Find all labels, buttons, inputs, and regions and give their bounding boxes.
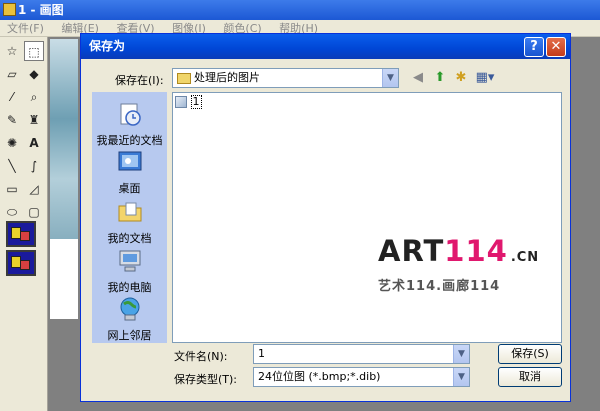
polygon-icon[interactable]: ◿ (24, 179, 44, 199)
canvas-image[interactable] (50, 39, 78, 239)
back-icon[interactable]: ◀ (409, 69, 427, 87)
selection-transparent-option-icon[interactable] (6, 250, 36, 276)
watermark-num: 114 (444, 234, 508, 268)
place-label: 网上邻居 (107, 329, 152, 342)
cancel-button[interactable]: 取消 (498, 367, 562, 387)
free-select-icon[interactable]: ☆ (2, 41, 22, 61)
watermark-sub: 艺术114.画廊114 (378, 279, 501, 294)
my-computer-icon (119, 250, 140, 272)
places-bar: 我最近的文档 桌面 我的文档 我的电脑 网上邻居 (92, 92, 167, 343)
save-in-value: 处理后的图片 (194, 71, 260, 84)
list-item[interactable]: 1 (175, 95, 202, 109)
fill-bucket-icon[interactable]: ◆ (24, 64, 44, 84)
place-desktop[interactable]: 桌面 (92, 148, 167, 196)
filename-input[interactable]: 1 ▼ (253, 344, 470, 364)
text-tool-icon[interactable]: A (24, 133, 44, 153)
watermark-art: ART (378, 234, 445, 268)
image-file-icon (175, 96, 187, 108)
new-folder-icon[interactable]: ✱ (452, 69, 470, 87)
airbrush-icon[interactable]: ✺ (2, 133, 22, 153)
dialog-title: 保存为 (89, 39, 126, 53)
file-name: 1 (190, 95, 202, 109)
menu-file[interactable]: 文件(F) (0, 20, 51, 37)
place-my-documents[interactable]: 我的文档 (92, 198, 167, 246)
filename-value: 1 (258, 347, 265, 360)
my-documents-icon (118, 202, 141, 222)
rectangle-icon[interactable]: ▭ (2, 179, 22, 199)
ellipse-icon[interactable]: ⬭ (2, 202, 22, 222)
filetype-value: 24位位图 (*.bmp;*.dib) (258, 370, 381, 383)
place-label: 我最近的文档 (96, 134, 163, 147)
folder-icon (177, 72, 191, 84)
view-menu-icon[interactable]: ▦▾ (473, 69, 497, 87)
eraser-icon[interactable]: ▱ (2, 64, 22, 84)
desktop-icon (118, 151, 141, 171)
close-button[interactable]: ✕ (546, 37, 566, 57)
place-my-computer[interactable]: 我的电脑 (92, 247, 167, 295)
art114-watermark: ART114 .CN 艺术114.画廊114 (378, 236, 558, 294)
filetype-dropdown[interactable]: 24位位图 (*.bmp;*.dib) ▼ (253, 367, 470, 387)
save-in-label: 保存在(I): (115, 74, 164, 87)
chevron-down-icon[interactable]: ▼ (453, 368, 469, 386)
rect-select-icon[interactable]: ⬚ (24, 41, 44, 61)
place-label: 桌面 (118, 182, 141, 195)
chevron-down-icon[interactable]: ▼ (382, 69, 398, 87)
brush-icon[interactable]: ♜ (24, 110, 44, 130)
line-icon[interactable]: ╲ (2, 156, 22, 176)
pencil-icon[interactable]: ✎ (2, 110, 22, 130)
place-recent[interactable]: 我最近的文档 (92, 100, 167, 148)
curve-icon[interactable]: ∫ (24, 156, 44, 176)
chevron-down-icon[interactable]: ▼ (453, 345, 469, 363)
save-as-dialog: 保存为 ? ✕ 保存在(I): 处理后的图片 ▼ ◀ ⬆ ✱ ▦▾ 我最近的文档… (80, 33, 571, 402)
watermark-cn: .CN (510, 250, 540, 265)
save-in-dropdown[interactable]: 处理后的图片 ▼ (172, 68, 399, 88)
magnifier-icon[interactable]: ⌕ (24, 87, 44, 107)
paint-app-icon (3, 3, 16, 16)
place-network[interactable]: 网上邻居 (92, 295, 167, 343)
canvas-blank[interactable] (50, 239, 78, 319)
up-folder-icon[interactable]: ⬆ (431, 69, 449, 87)
place-label: 我的电脑 (107, 281, 152, 294)
rounded-rect-icon[interactable]: ▢ (24, 202, 44, 222)
dialog-titlebar: 保存为 (81, 34, 570, 59)
place-label: 我的文档 (107, 232, 152, 245)
paint-titlebar: 1 - 画图 (0, 0, 600, 20)
network-places-icon (120, 297, 139, 321)
file-list[interactable]: 1 ART114 .CN 艺术114.画廊114 (172, 92, 562, 343)
paint-title: 1 - 画图 (18, 3, 64, 17)
filetype-label: 保存类型(T): (174, 373, 238, 386)
recent-documents-icon (120, 103, 141, 126)
help-button[interactable]: ? (524, 37, 544, 57)
color-picker-icon[interactable]: ⁄ (2, 87, 22, 107)
selection-opaque-option-icon[interactable] (6, 221, 36, 247)
paint-toolbox: ☆ ⬚ ▱ ◆ ⁄ ⌕ ✎ ♜ ✺ A ╲ ∫ ▭ ◿ ⬭ ▢ (0, 37, 48, 411)
filename-label: 文件名(N): (174, 350, 228, 363)
save-button[interactable]: 保存(S) (498, 344, 562, 364)
